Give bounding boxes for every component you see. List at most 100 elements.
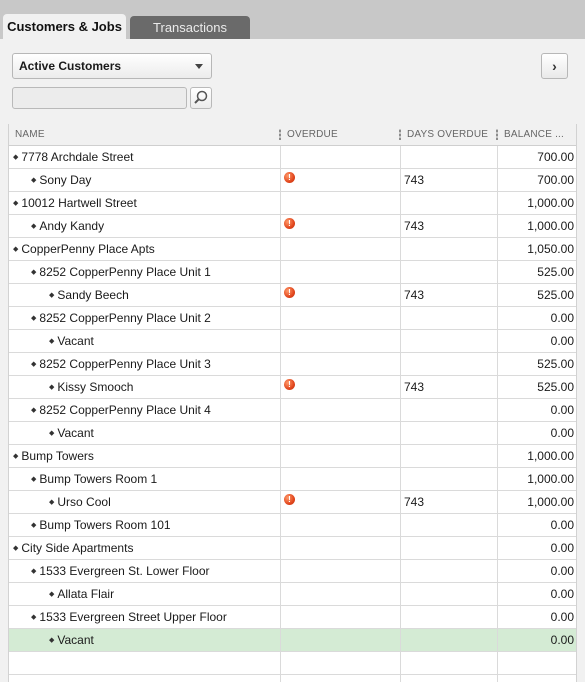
customer-name: ◆ Vacant bbox=[49, 422, 94, 445]
cell-overdue bbox=[281, 468, 401, 491]
customer-name-label: 8252 CopperPenny Place Unit 2 bbox=[39, 311, 211, 325]
balance-value: 1,050.00 bbox=[527, 242, 574, 256]
table-row[interactable]: ◆ 1533 Evergreen St. Lower Floor 0.00 bbox=[9, 560, 576, 583]
customer-name: ◆ 8252 CopperPenny Place Unit 2 bbox=[31, 307, 211, 330]
balance-value: 0.00 bbox=[550, 564, 574, 578]
table-row[interactable]: ◆ 8252 CopperPenny Place Unit 2 0.00 bbox=[9, 307, 576, 330]
cell-overdue: ! bbox=[281, 215, 401, 238]
cell-name: ◆ Andy Kandy bbox=[9, 215, 281, 238]
cell-balance: 525.00 bbox=[498, 261, 576, 284]
table-row[interactable]: ◆ 8252 CopperPenny Place Unit 1 525.00 bbox=[9, 261, 576, 284]
column-header-name[interactable]: NAME bbox=[15, 124, 280, 146]
table-row[interactable]: ◆ 1533 Evergreen Street Upper Floor 0.00 bbox=[9, 606, 576, 629]
customer-name: ◆ 10012 Hartwell Street bbox=[13, 192, 137, 215]
cell-overdue: ! bbox=[281, 491, 401, 514]
table-row[interactable]: ◆ 7778 Archdale Street 700.00 bbox=[9, 146, 576, 169]
cell-days-overdue bbox=[401, 146, 498, 169]
customer-name-label: Andy Kandy bbox=[39, 219, 105, 233]
customer-name: ◆ Vacant bbox=[49, 629, 94, 652]
customer-name: ◆ Bump Towers Room 1 bbox=[31, 468, 157, 491]
column-header-overdue[interactable]: OVERDUE bbox=[287, 124, 397, 146]
cell-name: ◆ 8252 CopperPenny Place Unit 4 bbox=[9, 399, 281, 422]
cell-overdue bbox=[281, 537, 401, 560]
column-resize-handle[interactable] bbox=[399, 129, 401, 140]
cell-name: ◆ 10012 Hartwell Street bbox=[9, 192, 281, 215]
tree-node-icon: ◆ bbox=[13, 200, 19, 207]
cell-overdue bbox=[281, 146, 401, 169]
table-row[interactable]: ◆ Kissy Smooch! 743 525.00 bbox=[9, 376, 576, 399]
table-row[interactable]: ◆ Bump Towers 1,000.00 bbox=[9, 445, 576, 468]
table-row[interactable]: ◆ Sandy Beech! 743 525.00 bbox=[9, 284, 576, 307]
balance-value: 1,000.00 bbox=[527, 495, 574, 509]
cell-name: ◆ Urso Cool bbox=[9, 491, 281, 514]
cell-overdue: ! bbox=[281, 376, 401, 399]
column-resize-handle[interactable] bbox=[279, 129, 281, 140]
table-row[interactable]: ◆ Bump Towers Room 101 0.00 bbox=[9, 514, 576, 537]
cell-name: ◆ Allata Flair bbox=[9, 583, 281, 606]
balance-value: 525.00 bbox=[537, 380, 574, 394]
tree-node-icon: ◆ bbox=[13, 246, 19, 253]
customer-name-label: Bump Towers Room 101 bbox=[39, 518, 171, 532]
cell-name: ◆ Bump Towers bbox=[9, 445, 281, 468]
customer-name: ◆ 8252 CopperPenny Place Unit 1 bbox=[31, 261, 211, 284]
search-input[interactable] bbox=[12, 87, 187, 109]
cell-overdue: ! bbox=[281, 169, 401, 192]
table-row[interactable]: ◆ 8252 CopperPenny Place Unit 4 0.00 bbox=[9, 399, 576, 422]
alert-icon: ! bbox=[284, 172, 295, 183]
tree-node-icon: ◆ bbox=[49, 430, 55, 437]
empty-row bbox=[9, 652, 576, 675]
expand-panel-button[interactable]: › bbox=[541, 53, 568, 79]
balance-value: 525.00 bbox=[537, 265, 574, 279]
cell-name: ◆ CopperPenny Place Apts bbox=[9, 238, 281, 261]
cell-days-overdue bbox=[401, 537, 498, 560]
table-row[interactable]: ◆ Vacant 0.00 bbox=[9, 629, 576, 652]
customer-name: ◆ City Side Apartments bbox=[13, 537, 133, 560]
cell-overdue bbox=[281, 652, 401, 675]
cell-balance: 0.00 bbox=[498, 399, 576, 422]
customer-name: ◆ CopperPenny Place Apts bbox=[13, 238, 155, 261]
customer-name-label: Kissy Smooch bbox=[57, 380, 134, 394]
table-row[interactable]: ◆ 8252 CopperPenny Place Unit 3 525.00 bbox=[9, 353, 576, 376]
balance-value: 0.00 bbox=[550, 633, 574, 647]
balance-value: 525.00 bbox=[537, 288, 574, 302]
table-row[interactable]: ◆ City Side Apartments 0.00 bbox=[9, 537, 576, 560]
alert-icon: ! bbox=[284, 218, 295, 229]
cell-balance: 1,050.00 bbox=[498, 238, 576, 261]
column-resize-handle[interactable] bbox=[496, 129, 498, 140]
cell-balance: 1,000.00 bbox=[498, 215, 576, 238]
table-row[interactable]: ◆ CopperPenny Place Apts 1,050.00 bbox=[9, 238, 576, 261]
customer-name: ◆ 8252 CopperPenny Place Unit 3 bbox=[31, 353, 211, 376]
cell-overdue bbox=[281, 192, 401, 215]
search-button[interactable] bbox=[190, 87, 212, 109]
tab-transactions[interactable]: Transactions bbox=[130, 16, 250, 40]
cell-days-overdue: 743 bbox=[401, 284, 498, 307]
balance-value: 1,000.00 bbox=[527, 196, 574, 210]
column-header-days-overdue[interactable]: DAYS OVERDUE bbox=[407, 124, 497, 146]
cell-days-overdue: 743 bbox=[401, 169, 498, 192]
cell-days-overdue: 743 bbox=[401, 215, 498, 238]
table-row[interactable]: ◆ Andy Kandy! 743 1,000.00 bbox=[9, 215, 576, 238]
cell-balance: 700.00 bbox=[498, 169, 576, 192]
cell-overdue bbox=[281, 629, 401, 652]
column-header-balance[interactable]: BALANCE ... bbox=[504, 124, 576, 146]
balance-value: 0.00 bbox=[550, 426, 574, 440]
cell-days-overdue bbox=[401, 629, 498, 652]
table-row[interactable]: ◆ Bump Towers Room 1 1,000.00 bbox=[9, 468, 576, 491]
customer-name: ◆ Andy Kandy bbox=[31, 215, 104, 238]
tree-node-icon: ◆ bbox=[31, 476, 37, 483]
table-row[interactable]: ◆ Vacant 0.00 bbox=[9, 422, 576, 445]
empty-row bbox=[9, 675, 576, 682]
cell-name: ◆ Bump Towers Room 101 bbox=[9, 514, 281, 537]
customer-name: ◆ 1533 Evergreen St. Lower Floor bbox=[31, 560, 209, 583]
table-row[interactable]: ◆ Allata Flair 0.00 bbox=[9, 583, 576, 606]
table-row[interactable]: ◆ 10012 Hartwell Street 1,000.00 bbox=[9, 192, 576, 215]
customer-name-label: Urso Cool bbox=[57, 495, 111, 509]
table-row[interactable]: ◆ Urso Cool! 743 1,000.00 bbox=[9, 491, 576, 514]
tree-node-icon: ◆ bbox=[31, 568, 37, 575]
table-row[interactable]: ◆ Vacant 0.00 bbox=[9, 330, 576, 353]
customer-filter-select[interactable]: Active Customers bbox=[12, 53, 212, 79]
table-row[interactable]: ◆ Sony Day! 743 700.00 bbox=[9, 169, 576, 192]
balance-value: 1,000.00 bbox=[527, 219, 574, 233]
tab-customers-jobs[interactable]: Customers & Jobs bbox=[3, 14, 126, 40]
cell-name: ◆ Vacant bbox=[9, 422, 281, 445]
